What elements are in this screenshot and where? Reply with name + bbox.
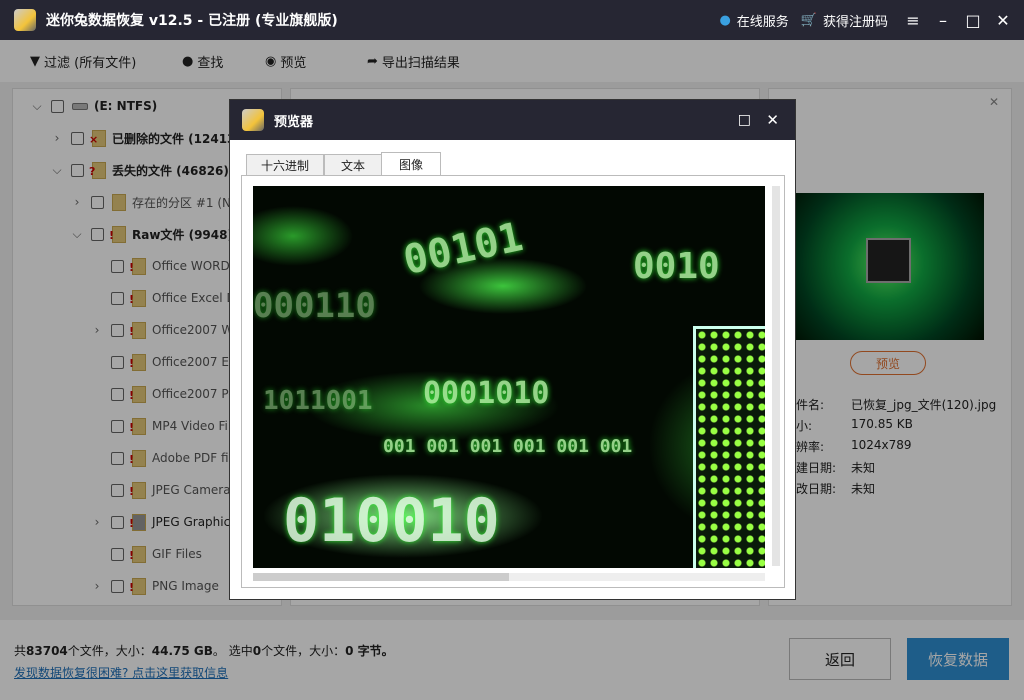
app-logo-icon: [14, 9, 36, 31]
vertical-scrollbar[interactable]: [772, 186, 780, 566]
dialog-logo-icon: [242, 109, 264, 131]
online-service-link[interactable]: 在线服务: [737, 11, 789, 30]
tab-hex[interactable]: 十六进制: [246, 154, 324, 176]
cart-icon: 🛒: [800, 12, 817, 28]
close-button[interactable]: ✕: [988, 11, 1018, 30]
preview-content: 00101 000110 0001010 1011001 0010 001 00…: [241, 175, 785, 588]
dialog-title: 预览器: [274, 114, 314, 130]
title-bar: 迷你兔数据恢复 v12.5 - 已注册 (专业旗舰版) ● 在线服务 🛒 获得注…: [0, 0, 1024, 40]
image-chip: [693, 326, 765, 568]
image-bits: 00101: [399, 213, 527, 285]
image-bits: 0001010: [423, 376, 550, 411]
get-code-link[interactable]: 获得注册码: [823, 11, 888, 30]
image-bits: 001 001 001 001 001 001: [383, 436, 633, 457]
menu-icon[interactable]: ≡: [898, 11, 928, 30]
minimize-button[interactable]: –: [928, 11, 958, 30]
image-bits: 0010: [633, 246, 720, 287]
dialog-maximize-button[interactable]: □: [738, 112, 751, 128]
maximize-button[interactable]: □: [958, 11, 988, 30]
dialog-close-button[interactable]: ✕: [766, 111, 779, 129]
tab-image[interactable]: 图像: [381, 152, 441, 176]
horizontal-scrollbar[interactable]: [253, 573, 765, 581]
image-bits: 1011001: [263, 386, 373, 416]
app-title: 迷你兔数据恢复 v12.5 - 已注册 (专业旗舰版): [46, 13, 338, 29]
preview-image: 00101 000110 0001010 1011001 0010 001 00…: [253, 186, 765, 568]
preview-dialog: 预览器 □ ✕ 十六进制 文本 图像 00101 000110 0001010 …: [229, 99, 796, 600]
image-bits: 000110: [253, 286, 376, 326]
image-bits: 010010: [283, 486, 500, 556]
tab-text[interactable]: 文本: [324, 154, 382, 176]
qq-icon: ●: [719, 12, 731, 28]
